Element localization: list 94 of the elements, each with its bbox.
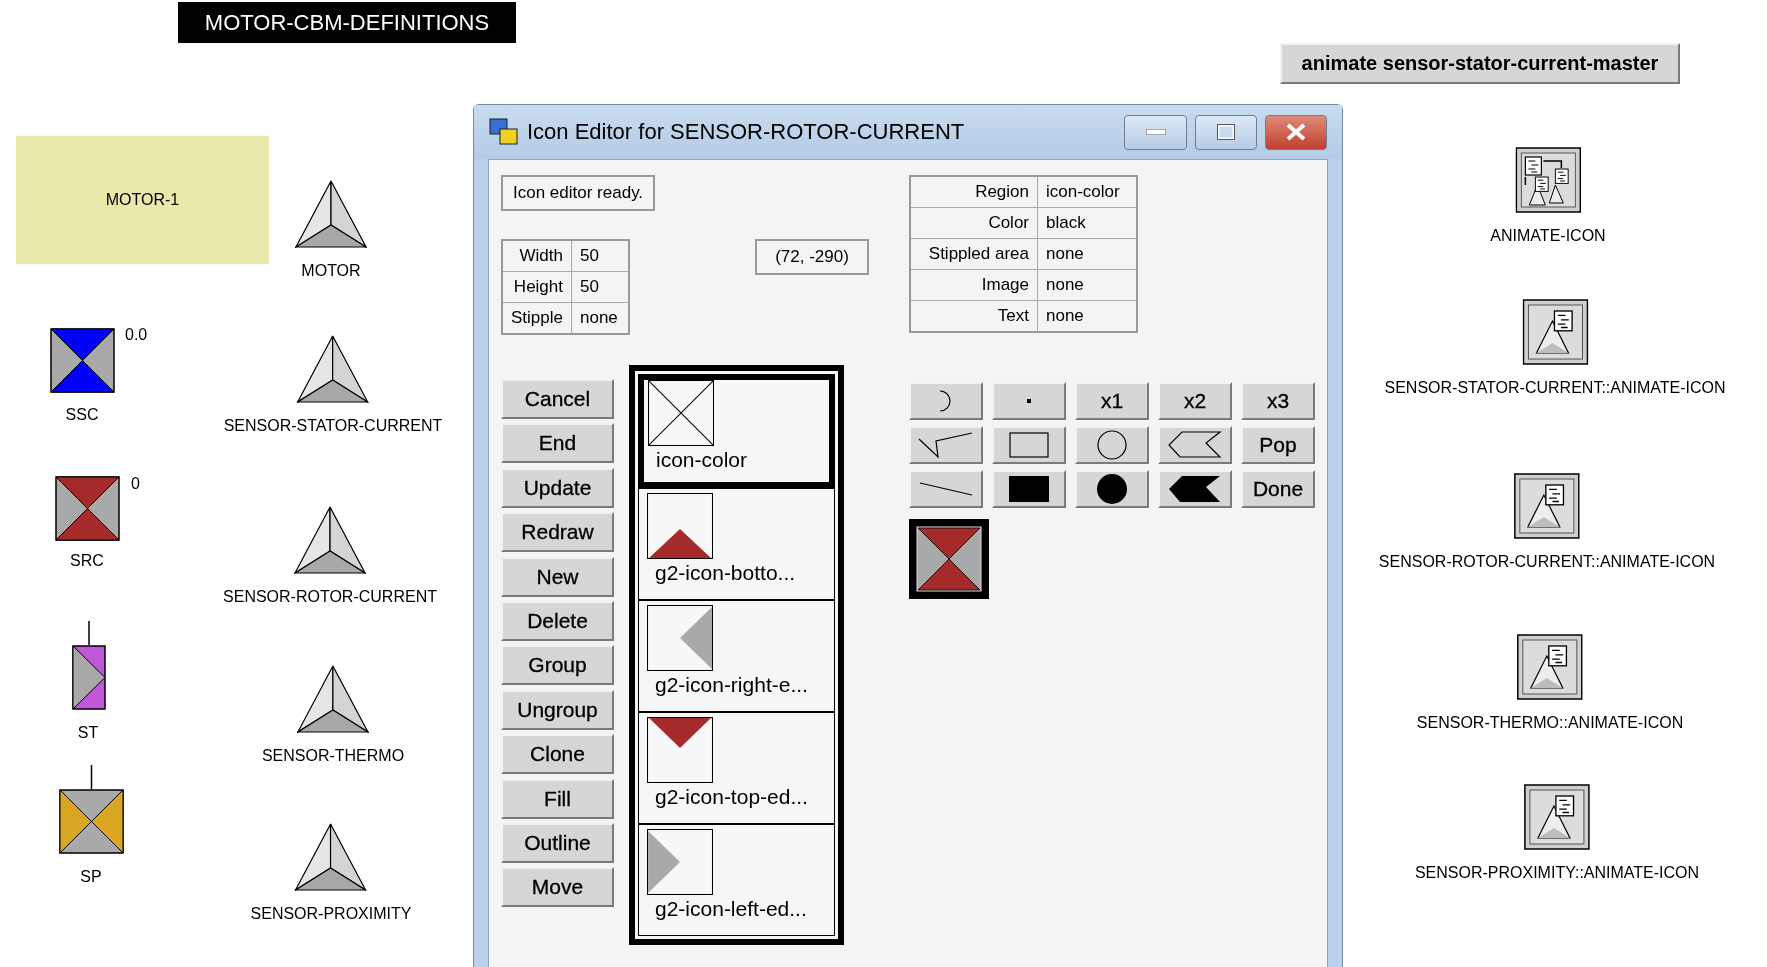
property-name: Height [502, 271, 572, 303]
minimize-icon [1145, 129, 1166, 135]
layer-item[interactable]: g2-icon-right-e... [638, 600, 835, 712]
sensor-reading: 0.0 [125, 326, 148, 344]
layer-label: g2-icon-top-ed... [654, 785, 808, 809]
command-button[interactable]: Cancel [501, 379, 614, 419]
triangle-icon [294, 506, 366, 574]
maximize-button[interactable] [1195, 114, 1257, 150]
tool-button[interactable]: x2 [1158, 382, 1232, 420]
polygon-tool-icon [1168, 431, 1222, 459]
property-name: Image [910, 269, 1038, 301]
close-button[interactable] [1265, 114, 1327, 150]
sensor-label: SSC [65, 406, 99, 424]
tool-button[interactable] [1075, 470, 1149, 508]
triangle-icon [297, 665, 369, 733]
tool-button[interactable] [909, 426, 983, 464]
filled-rectangle-icon [1009, 476, 1049, 502]
triangle-icon [295, 823, 367, 891]
rectangle-tool-icon [1009, 432, 1049, 458]
layer-item[interactable]: g2-icon-left-ed... [638, 824, 835, 936]
property-name: Width [502, 240, 572, 272]
layer-label: icon-color [655, 448, 748, 472]
line-tool-icon [919, 482, 973, 496]
command-button[interactable]: End [501, 423, 614, 464]
layer-item[interactable]: g2-icon-top-ed... [638, 712, 835, 824]
command-button[interactable]: New [501, 556, 614, 597]
command-button[interactable]: Outline [501, 822, 614, 863]
layer-thumbnail [648, 380, 714, 446]
layer-thumbnail [647, 829, 713, 895]
class-label: MOTOR [301, 262, 361, 280]
animate-icon[interactable] [1522, 299, 1588, 365]
filled-polygon-icon [1168, 475, 1222, 503]
command-button[interactable]: Fill [501, 778, 614, 819]
animate-icon[interactable] [1514, 473, 1580, 539]
circle-tool-icon [1097, 430, 1127, 460]
property-name: Stippled area [910, 238, 1038, 270]
triangle-icon [297, 335, 369, 403]
property-name: Color [910, 207, 1038, 239]
command-button[interactable]: Redraw [501, 512, 614, 553]
tool-button[interactable]: x3 [1241, 382, 1315, 420]
animate-icon-label: SENSOR-THERMO::ANIMATE-ICON [1416, 714, 1684, 732]
command-button[interactable]: Delete [501, 600, 614, 641]
filled-circle-icon [1097, 474, 1127, 504]
triangle-icon [295, 180, 367, 248]
point-tool-icon [1026, 398, 1032, 404]
sensor-label: SP [80, 868, 102, 886]
tool-button[interactable]: x1 [1075, 382, 1149, 420]
animate-icon-label: SENSOR-ROTOR-CURRENT::ANIMATE-ICON [1378, 553, 1716, 571]
tool-button[interactable] [992, 470, 1066, 508]
tool-button[interactable] [1158, 426, 1232, 464]
position-readout: (72, -290) [755, 239, 869, 275]
motor-instance[interactable]: MOTOR-1 [16, 136, 269, 264]
animate-icon[interactable] [1517, 634, 1583, 700]
animate-icon[interactable] [1524, 784, 1590, 850]
sensor-label: SRC [70, 552, 104, 570]
class-label: SENSOR-ROTOR-CURRENT [223, 588, 437, 606]
tool-button[interactable] [1075, 426, 1149, 464]
command-button[interactable]: Group [501, 645, 614, 686]
class-label: SENSOR-STATOR-CURRENT [223, 417, 443, 435]
animate-icon[interactable] [1515, 147, 1581, 213]
layer-label: g2-icon-botto... [654, 561, 796, 585]
tool-button[interactable]: Pop [1241, 426, 1315, 464]
command-button[interactable]: Update [501, 467, 614, 508]
tool-button[interactable] [992, 426, 1066, 464]
tool-button[interactable] [1158, 470, 1232, 508]
animate-icon-label: ANIMATE-ICON [1490, 227, 1606, 245]
sensor-label: ST [77, 724, 99, 742]
animate-icon-label: SENSOR-PROXIMITY::ANIMATE-ICON [1414, 864, 1700, 882]
animate-icon-label: SENSOR-STATOR-CURRENT::ANIMATE-ICON [1384, 379, 1726, 397]
layer-item[interactable]: g2-icon-botto... [638, 488, 835, 600]
maximize-icon [1217, 124, 1235, 140]
window-title: Icon Editor for SENSOR-ROTOR-CURRENT [527, 119, 966, 145]
motor-label: MOTOR-1 [105, 191, 180, 209]
command-button[interactable]: Move [501, 867, 614, 908]
status-message: Icon editor ready. [501, 175, 656, 211]
close-icon [1286, 123, 1306, 141]
layer-thumbnail [647, 493, 713, 559]
tool-button[interactable]: Done [1241, 470, 1315, 508]
layer-label: g2-icon-right-e... [654, 673, 808, 697]
class-label: SENSOR-PROXIMITY [250, 905, 412, 923]
workspace-title: MOTOR-CBM-DEFINITIONS [178, 2, 516, 43]
layer-label: g2-icon-left-ed... [654, 897, 807, 921]
class-label: SENSOR-THERMO [261, 747, 405, 765]
polyline-tool-icon [918, 431, 974, 459]
action-button[interactable]: animate sensor-stator-current-master [1280, 43, 1680, 84]
command-button[interactable]: Clone [501, 734, 614, 775]
layer-thumbnail [647, 605, 713, 671]
layer-item[interactable]: icon-color [638, 374, 835, 488]
sensor-reading: 0 [131, 475, 140, 493]
app-icon [489, 118, 519, 146]
layer-thumbnail [647, 717, 713, 783]
property-name: Region [910, 176, 1038, 208]
command-button[interactable]: Ungroup [501, 689, 614, 730]
minimize-button[interactable] [1124, 114, 1187, 150]
